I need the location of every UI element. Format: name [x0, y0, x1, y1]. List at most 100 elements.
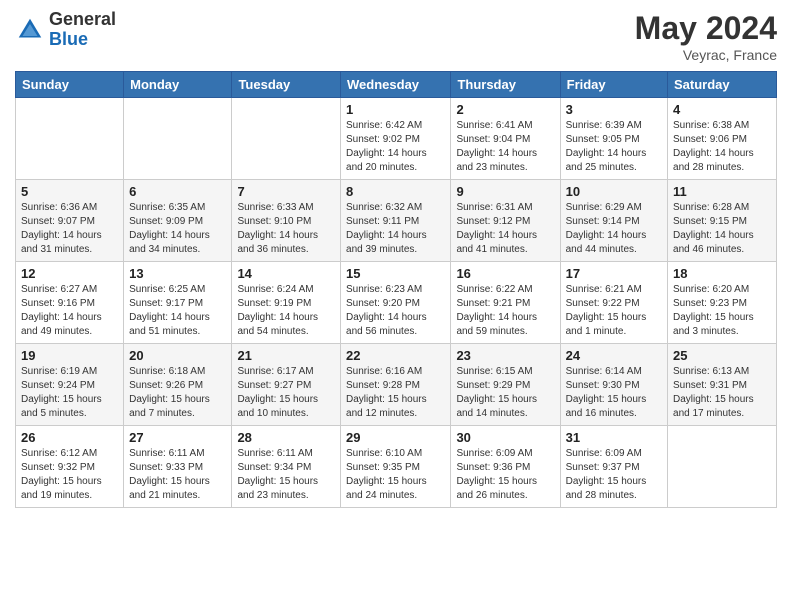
day-number: 28 [237, 430, 335, 445]
table-cell: 19 Sunrise: 6:19 AMSunset: 9:24 PMDayligh… [16, 344, 124, 426]
table-cell: 30 Sunrise: 6:09 AMSunset: 9:36 PMDayligh… [451, 426, 560, 508]
day-info: Sunrise: 6:14 AMSunset: 9:30 PMDaylight:… [566, 365, 662, 421]
day-info: Sunrise: 6:15 AMSunset: 9:29 PMDaylight:… [456, 365, 554, 421]
day-info: Sunrise: 6:11 AMSunset: 9:34 PMDaylight:… [237, 447, 335, 503]
table-cell: 28 Sunrise: 6:11 AMSunset: 9:34 PMDayligh… [232, 426, 341, 508]
day-number: 14 [237, 266, 335, 281]
table-cell: 16Sunrise: 6:22 AMSunset: 9:21 PMDayligh… [451, 262, 560, 344]
table-cell: 4 Sunrise: 6:38 AMSunset: 9:06 PMDaylight… [668, 98, 777, 180]
day-number: 11 [673, 184, 771, 199]
calendar: Sunday Monday Tuesday Wednesday Thursday… [15, 71, 777, 508]
table-cell: 29 Sunrise: 6:10 AMSunset: 9:35 PMDayligh… [341, 426, 451, 508]
day-number: 5 [21, 184, 118, 199]
day-info: Sunrise: 6:36 AMSunset: 9:07 PMDaylight:… [21, 201, 118, 257]
table-cell: 18 Sunrise: 6:20 AMSunset: 9:23 PMDayligh… [668, 262, 777, 344]
day-info: Sunrise: 6:28 AMSunset: 9:15 PMDaylight:… [673, 201, 771, 257]
day-number: 3 [566, 102, 662, 117]
day-number: 29 [346, 430, 445, 445]
day-info: Sunrise: 6:39 AMSunset: 9:05 PMDaylight:… [566, 119, 662, 175]
day-info: Sunrise: 6:09 AMSunset: 9:37 PMDaylight:… [566, 447, 662, 503]
header: General Blue May 2024 Veyrac, France [15, 10, 777, 63]
day-number: 15 [346, 266, 445, 281]
table-cell: 10 Sunrise: 6:29 AMSunset: 9:14 PMDayligh… [560, 180, 667, 262]
table-cell: 1Sunrise: 6:42 AMSunset: 9:02 PMDaylight… [341, 98, 451, 180]
col-tuesday: Tuesday [232, 72, 341, 98]
day-number: 30 [456, 430, 554, 445]
page: General Blue May 2024 Veyrac, France Sun… [0, 0, 792, 612]
table-cell: 23 Sunrise: 6:15 AMSunset: 9:29 PMDayligh… [451, 344, 560, 426]
table-cell: 25 Sunrise: 6:13 AMSunset: 9:31 PMDayligh… [668, 344, 777, 426]
table-cell [16, 98, 124, 180]
table-cell: 17 Sunrise: 6:21 AMSunset: 9:22 PMDayligh… [560, 262, 667, 344]
day-info: Sunrise: 6:17 AMSunset: 9:27 PMDaylight:… [237, 365, 335, 421]
day-number: 22 [346, 348, 445, 363]
day-info: Sunrise: 6:42 AMSunset: 9:02 PMDaylight:… [346, 119, 445, 175]
logo-general: General [49, 10, 116, 30]
day-number: 19 [21, 348, 118, 363]
day-info: Sunrise: 6:24 AMSunset: 9:19 PMDaylight:… [237, 283, 335, 339]
generalblue-icon [15, 15, 45, 45]
table-cell: 31Sunrise: 6:09 AMSunset: 9:37 PMDayligh… [560, 426, 667, 508]
day-info: Sunrise: 6:16 AMSunset: 9:28 PMDaylight:… [346, 365, 445, 421]
day-info: Sunrise: 6:35 AMSunset: 9:09 PMDaylight:… [129, 201, 226, 257]
table-cell: 21Sunrise: 6:17 AMSunset: 9:27 PMDayligh… [232, 344, 341, 426]
day-number: 13 [129, 266, 226, 281]
day-info: Sunrise: 6:20 AMSunset: 9:23 PMDaylight:… [673, 283, 771, 339]
col-thursday: Thursday [451, 72, 560, 98]
day-number: 10 [566, 184, 662, 199]
table-cell: 22 Sunrise: 6:16 AMSunset: 9:28 PMDayligh… [341, 344, 451, 426]
day-number: 25 [673, 348, 771, 363]
day-info: Sunrise: 6:12 AMSunset: 9:32 PMDaylight:… [21, 447, 118, 503]
table-cell: 6Sunrise: 6:35 AMSunset: 9:09 PMDaylight… [124, 180, 232, 262]
day-number: 20 [129, 348, 226, 363]
week-row-1: 1Sunrise: 6:42 AMSunset: 9:02 PMDaylight… [16, 98, 777, 180]
table-cell: 8 Sunrise: 6:32 AMSunset: 9:11 PMDaylight… [341, 180, 451, 262]
table-cell: 7 Sunrise: 6:33 AMSunset: 9:10 PMDaylight… [232, 180, 341, 262]
day-info: Sunrise: 6:23 AMSunset: 9:20 PMDaylight:… [346, 283, 445, 339]
day-info: Sunrise: 6:19 AMSunset: 9:24 PMDaylight:… [21, 365, 118, 421]
day-info: Sunrise: 6:38 AMSunset: 9:06 PMDaylight:… [673, 119, 771, 175]
day-info: Sunrise: 6:13 AMSunset: 9:31 PMDaylight:… [673, 365, 771, 421]
table-cell: 2Sunrise: 6:41 AMSunset: 9:04 PMDaylight… [451, 98, 560, 180]
day-number: 9 [456, 184, 554, 199]
day-number: 18 [673, 266, 771, 281]
col-wednesday: Wednesday [341, 72, 451, 98]
day-number: 8 [346, 184, 445, 199]
table-cell: 27Sunrise: 6:11 AMSunset: 9:33 PMDayligh… [124, 426, 232, 508]
table-cell: 3 Sunrise: 6:39 AMSunset: 9:05 PMDaylight… [560, 98, 667, 180]
table-cell: 5 Sunrise: 6:36 AMSunset: 9:07 PMDaylight… [16, 180, 124, 262]
day-info: Sunrise: 6:11 AMSunset: 9:33 PMDaylight:… [129, 447, 226, 503]
week-row-2: 5 Sunrise: 6:36 AMSunset: 9:07 PMDaylight… [16, 180, 777, 262]
day-info: Sunrise: 6:25 AMSunset: 9:17 PMDaylight:… [129, 283, 226, 339]
logo-text: General Blue [49, 10, 116, 50]
day-number: 26 [21, 430, 118, 445]
day-info: Sunrise: 6:27 AMSunset: 9:16 PMDaylight:… [21, 283, 118, 339]
day-info: Sunrise: 6:41 AMSunset: 9:04 PMDaylight:… [456, 119, 554, 175]
col-saturday: Saturday [668, 72, 777, 98]
week-row-3: 12 Sunrise: 6:27 AMSunset: 9:16 PMDayligh… [16, 262, 777, 344]
calendar-header-row: Sunday Monday Tuesday Wednesday Thursday… [16, 72, 777, 98]
day-number: 23 [456, 348, 554, 363]
day-info: Sunrise: 6:10 AMSunset: 9:35 PMDaylight:… [346, 447, 445, 503]
day-info: Sunrise: 6:09 AMSunset: 9:36 PMDaylight:… [456, 447, 554, 503]
title-location: Veyrac, France [635, 47, 777, 63]
day-info: Sunrise: 6:29 AMSunset: 9:14 PMDaylight:… [566, 201, 662, 257]
table-cell: 9 Sunrise: 6:31 AMSunset: 9:12 PMDaylight… [451, 180, 560, 262]
day-number: 7 [237, 184, 335, 199]
table-cell: 24 Sunrise: 6:14 AMSunset: 9:30 PMDayligh… [560, 344, 667, 426]
day-info: Sunrise: 6:31 AMSunset: 9:12 PMDaylight:… [456, 201, 554, 257]
col-sunday: Sunday [16, 72, 124, 98]
day-info: Sunrise: 6:33 AMSunset: 9:10 PMDaylight:… [237, 201, 335, 257]
week-row-4: 19 Sunrise: 6:19 AMSunset: 9:24 PMDayligh… [16, 344, 777, 426]
day-number: 17 [566, 266, 662, 281]
day-info: Sunrise: 6:32 AMSunset: 9:11 PMDaylight:… [346, 201, 445, 257]
day-number: 4 [673, 102, 771, 117]
table-cell [124, 98, 232, 180]
day-number: 12 [21, 266, 118, 281]
table-cell: 13 Sunrise: 6:25 AMSunset: 9:17 PMDayligh… [124, 262, 232, 344]
table-cell: 20Sunrise: 6:18 AMSunset: 9:26 PMDayligh… [124, 344, 232, 426]
day-number: 24 [566, 348, 662, 363]
week-row-5: 26 Sunrise: 6:12 AMSunset: 9:32 PMDayligh… [16, 426, 777, 508]
day-info: Sunrise: 6:22 AMSunset: 9:21 PMDaylight:… [456, 283, 554, 339]
day-info: Sunrise: 6:21 AMSunset: 9:22 PMDaylight:… [566, 283, 662, 339]
